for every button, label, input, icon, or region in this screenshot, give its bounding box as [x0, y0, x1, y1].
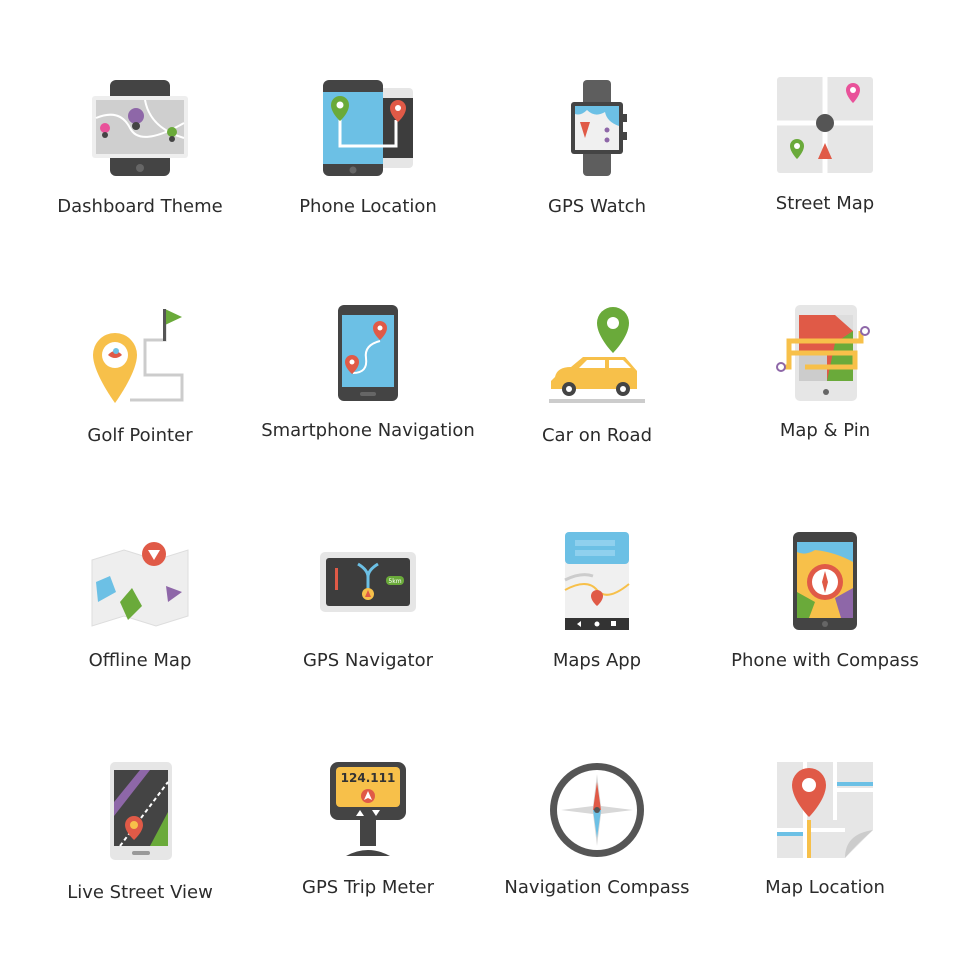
dashboard-theme-icon: [92, 80, 188, 176]
icon-tile-gps-watch: GPS Watch: [477, 78, 717, 278]
icon-label: GPS Watch: [548, 196, 646, 217]
trip-distance-readout: 124.111: [341, 771, 396, 785]
phone-location-icon: [323, 80, 413, 176]
icon-tile-car-on-road: Car on Road: [477, 305, 717, 505]
icon-label: Live Street View: [67, 882, 213, 903]
navigation-compass-icon: [550, 763, 644, 857]
icon-tile-live-street-view: Live Street View: [20, 762, 260, 962]
gps-navigator-icon: 5km: [320, 552, 416, 612]
golf-pointer-icon: [93, 309, 184, 403]
maps-app-icon: [564, 532, 630, 630]
icon-tile-gps-navigator: 5km GPS Navigator: [248, 532, 488, 732]
car-on-road-icon: [549, 307, 645, 403]
icon-label: Smartphone Navigation: [261, 420, 475, 441]
icon-tile-map-and-pin: Map & Pin: [705, 303, 945, 503]
street-map-icon: [777, 77, 873, 173]
distance-readout: 5km: [388, 578, 401, 585]
icon-label: Dashboard Theme: [57, 196, 223, 217]
icon-label: Golf Pointer: [87, 425, 193, 446]
icon-label: GPS Navigator: [302, 650, 434, 671]
smartphone-navigation-icon: [338, 305, 398, 401]
icon-label: Street Map: [775, 193, 875, 214]
gps-watch-icon: [571, 80, 627, 176]
icon-tile-maps-app: Maps App: [477, 532, 717, 732]
icon-label: Map Location: [765, 877, 885, 898]
map-location-icon: [777, 762, 873, 858]
gps-trip-meter-icon: 124.111: [330, 762, 406, 856]
live-street-view-icon: [110, 762, 172, 860]
icon-tile-offline-map: Offline Map: [20, 532, 260, 732]
icon-label: Navigation Compass: [504, 877, 690, 898]
icon-label: Map & Pin: [779, 420, 871, 441]
icon-label: Car on Road: [541, 425, 653, 446]
icon-tile-map-location: Map Location: [705, 760, 945, 960]
icon-label: Offline Map: [88, 650, 192, 671]
icon-tile-navigation-compass: Navigation Compass: [477, 760, 717, 960]
offline-map-icon: [91, 542, 189, 627]
icon-tile-street-map: Street Map: [705, 75, 945, 275]
icon-tile-gps-trip-meter: 124.111 GPS Trip Meter: [248, 760, 488, 960]
icon-label: Phone with Compass: [731, 650, 919, 671]
icon-tile-phone-with-compass: Phone with Compass: [705, 532, 945, 732]
icon-label: GPS Trip Meter: [302, 877, 434, 898]
icon-tile-golf-pointer: Golf Pointer: [20, 305, 260, 505]
icon-tile-phone-location: Phone Location: [248, 78, 488, 278]
map-and-pin-icon: [776, 305, 870, 401]
phone-with-compass-icon: [793, 532, 857, 630]
icon-label: Maps App: [552, 650, 642, 671]
icon-tile-smartphone-navigation: Smartphone Navigation: [248, 303, 488, 503]
icon-tile-dashboard-theme: Dashboard Theme: [20, 78, 260, 278]
icon-label: Phone Location: [299, 196, 437, 217]
